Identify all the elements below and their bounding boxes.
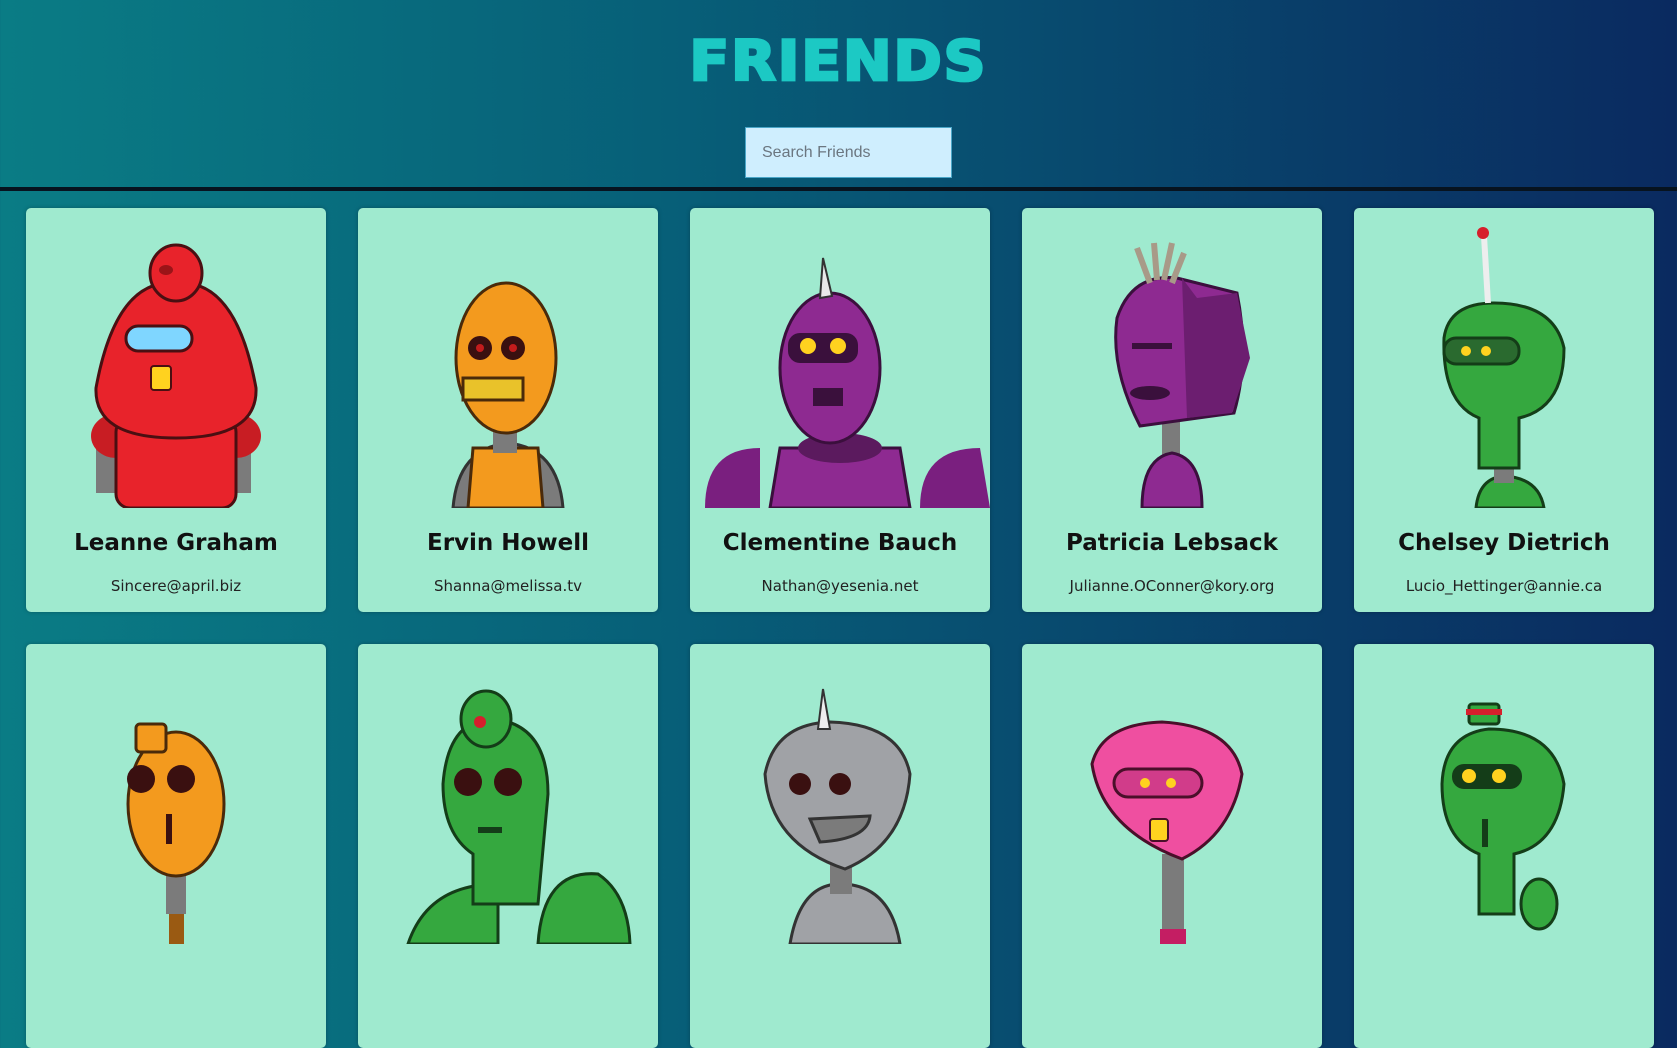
robot-avatar-image <box>1442 227 1566 508</box>
robot-avatar-image <box>1114 242 1250 508</box>
robot-avatar-image <box>406 689 632 944</box>
robot-email: Julianne.OConner@kory.org <box>1069 577 1275 595</box>
robot-avatar-image <box>451 281 565 508</box>
robot-card[interactable] <box>26 644 326 1048</box>
app-title: FRIENDS <box>688 27 988 94</box>
robot-card-grid: Leanne Graham Sincere@april.biz Ervin Ho… <box>26 208 1654 1048</box>
robot-email: Nathan@yesenia.net <box>761 577 919 595</box>
robot-avatar-image <box>91 243 261 508</box>
robot-avatar <box>358 208 658 508</box>
robot-card[interactable]: Leanne Graham Sincere@april.biz <box>26 208 326 612</box>
robot-avatar-image <box>1090 720 1244 944</box>
robot-name: Chelsey Dietrich <box>1398 530 1610 556</box>
robot-avatar-image <box>126 722 226 944</box>
robot-name: Leanne Graham <box>74 530 278 556</box>
robot-avatar <box>26 208 326 508</box>
robot-card[interactable]: Chelsey Dietrich Lucio_Hettinger@annie.c… <box>1354 208 1654 612</box>
robot-avatar <box>1022 208 1322 508</box>
robot-avatar-image <box>763 688 912 944</box>
robot-avatar <box>1354 644 1654 944</box>
robot-email: Sincere@april.biz <box>110 577 242 595</box>
robot-card[interactable] <box>358 644 658 1048</box>
robot-card[interactable]: Clementine Bauch Nathan@yesenia.net <box>690 208 990 612</box>
robot-avatar <box>1022 644 1322 944</box>
robot-card[interactable]: Ervin Howell Shanna@melissa.tv <box>358 208 658 612</box>
header: FRIENDS <box>0 0 1677 191</box>
robot-avatar <box>26 644 326 944</box>
robot-name: Patricia Lebsack <box>1066 530 1278 556</box>
robot-card[interactable] <box>1354 644 1654 1048</box>
robot-avatar-image <box>705 257 990 508</box>
robot-name: Ervin Howell <box>427 530 589 556</box>
robot-name: Clementine Bauch <box>722 530 958 556</box>
robot-avatar <box>1354 208 1654 508</box>
robot-card[interactable]: Patricia Lebsack Julianne.OConner@kory.o… <box>1022 208 1322 612</box>
robot-avatar <box>690 208 990 508</box>
robot-card[interactable] <box>1022 644 1322 1048</box>
search-input[interactable] <box>745 127 952 178</box>
robot-avatar <box>690 644 990 944</box>
robot-email: Lucio_Hettinger@annie.ca <box>1405 577 1603 595</box>
robot-avatar <box>358 644 658 944</box>
robot-email: Shanna@melissa.tv <box>434 577 582 595</box>
robot-card[interactable] <box>690 644 990 1048</box>
robot-avatar-image <box>1440 702 1566 931</box>
